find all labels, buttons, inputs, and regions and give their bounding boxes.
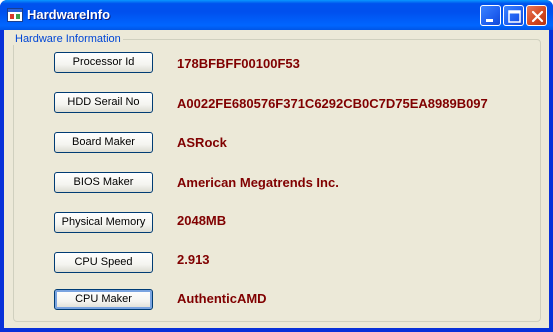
physical-memory-value: 2048MB: [177, 213, 227, 228]
window-title: HardwareInfo: [27, 7, 111, 22]
processor-id-button[interactable]: Processor Id: [54, 52, 153, 73]
cpu-maker-value: AuthenticAMD: [177, 291, 267, 306]
cpu-speed-button[interactable]: CPU Speed: [54, 252, 153, 273]
title-bar[interactable]: HardwareInfo: [0, 0, 553, 30]
bios-maker-button[interactable]: BIOS Maker: [54, 172, 153, 193]
minimize-icon: [486, 19, 493, 22]
group-legend: Hardware Information: [13, 33, 123, 45]
hdd-serial-value: A0022FE680576F371C6292CB0C7D75EA8989B097: [177, 96, 488, 111]
minimize-button[interactable]: [480, 5, 501, 26]
hardwareinfo-window: HardwareInfo Hardware Information Proces…: [0, 0, 553, 332]
cpu-speed-value: 2.913: [177, 252, 210, 267]
board-maker-value: ASRock: [177, 135, 227, 150]
maximize-icon: [508, 10, 521, 23]
cpu-maker-button[interactable]: CPU Maker: [54, 289, 153, 310]
board-maker-button[interactable]: Board Maker: [54, 132, 153, 153]
client-area: Hardware Information Processor Id 178BFB…: [4, 30, 549, 328]
processor-id-value: 178BFBFF00100F53: [177, 56, 300, 71]
physical-memory-button[interactable]: Physical Memory: [54, 212, 153, 233]
app-window-icon[interactable]: [7, 8, 23, 22]
maximize-button[interactable]: [503, 5, 524, 26]
bios-maker-value: American Megatrends Inc.: [177, 175, 339, 190]
hdd-serial-button[interactable]: HDD Serail No: [54, 92, 153, 113]
close-button[interactable]: [526, 5, 547, 26]
close-icon: [531, 10, 544, 23]
